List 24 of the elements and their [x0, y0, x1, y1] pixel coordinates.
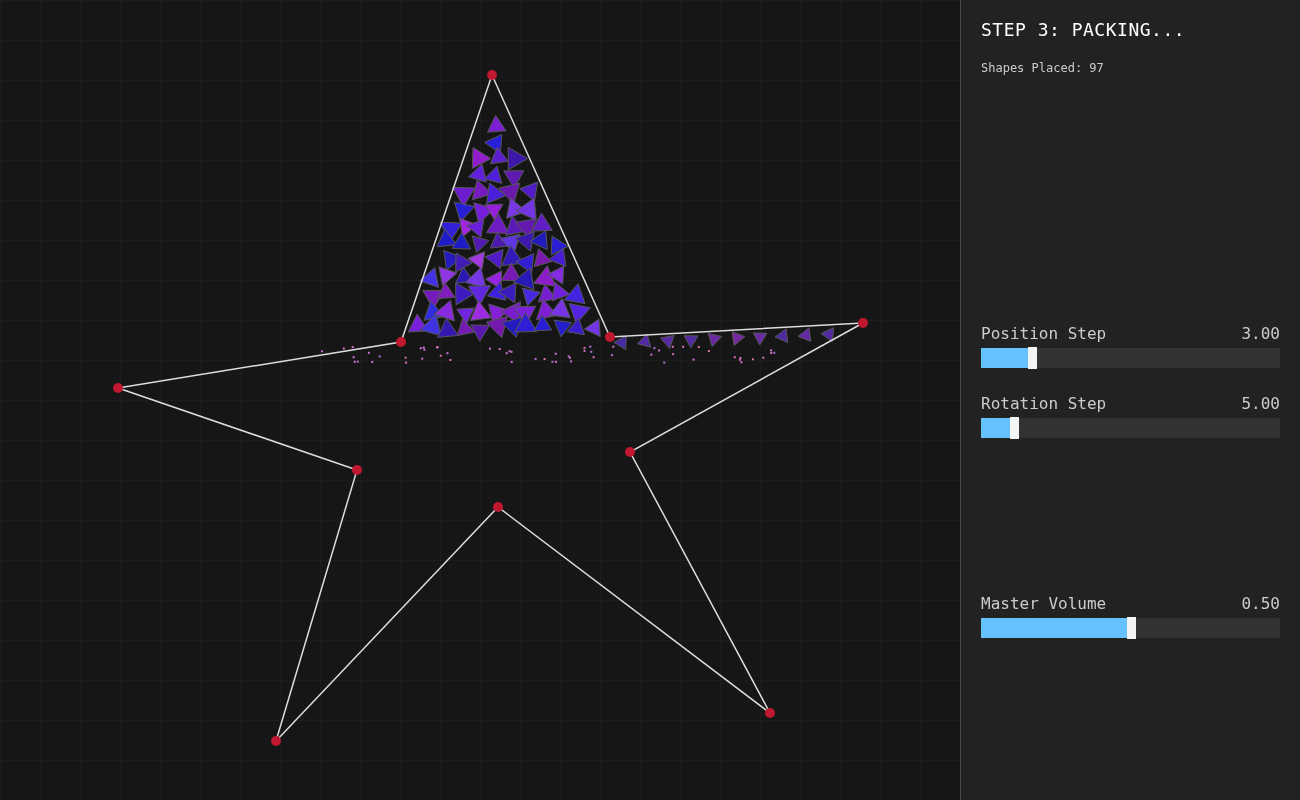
vertex-handle[interactable] — [858, 318, 868, 328]
vertex-handle[interactable] — [271, 736, 281, 746]
vertex-handle[interactable] — [625, 447, 635, 457]
slider-track[interactable] — [981, 618, 1280, 638]
slider-label: Rotation Step — [981, 394, 1107, 414]
vertex-handle[interactable] — [113, 383, 123, 393]
slider-value: 0.50 — [1241, 594, 1280, 614]
vertex-handle[interactable] — [765, 708, 775, 718]
slider-value: 5.00 — [1241, 394, 1280, 414]
panel-title: STEP 3: PACKING... — [981, 18, 1187, 42]
slider-value: 3.00 — [1241, 324, 1280, 344]
vertex-handle[interactable] — [352, 465, 362, 475]
status-text: Shapes Placed: 97 — [981, 60, 1105, 77]
slider-label: Master Volume — [981, 594, 1107, 614]
slider-track[interactable] — [981, 348, 1280, 368]
vertex-handle[interactable] — [605, 332, 615, 342]
slider-label: Position Step — [981, 324, 1107, 344]
vertex-handle[interactable] — [396, 337, 406, 347]
vertex-handle[interactable] — [493, 502, 503, 512]
slider-thumb[interactable] — [1126, 617, 1136, 639]
vertex-handle[interactable] — [487, 70, 497, 80]
slider-track[interactable] — [981, 418, 1280, 438]
slider-thumb[interactable] — [1009, 417, 1019, 439]
slider-thumb[interactable] — [1027, 347, 1037, 369]
